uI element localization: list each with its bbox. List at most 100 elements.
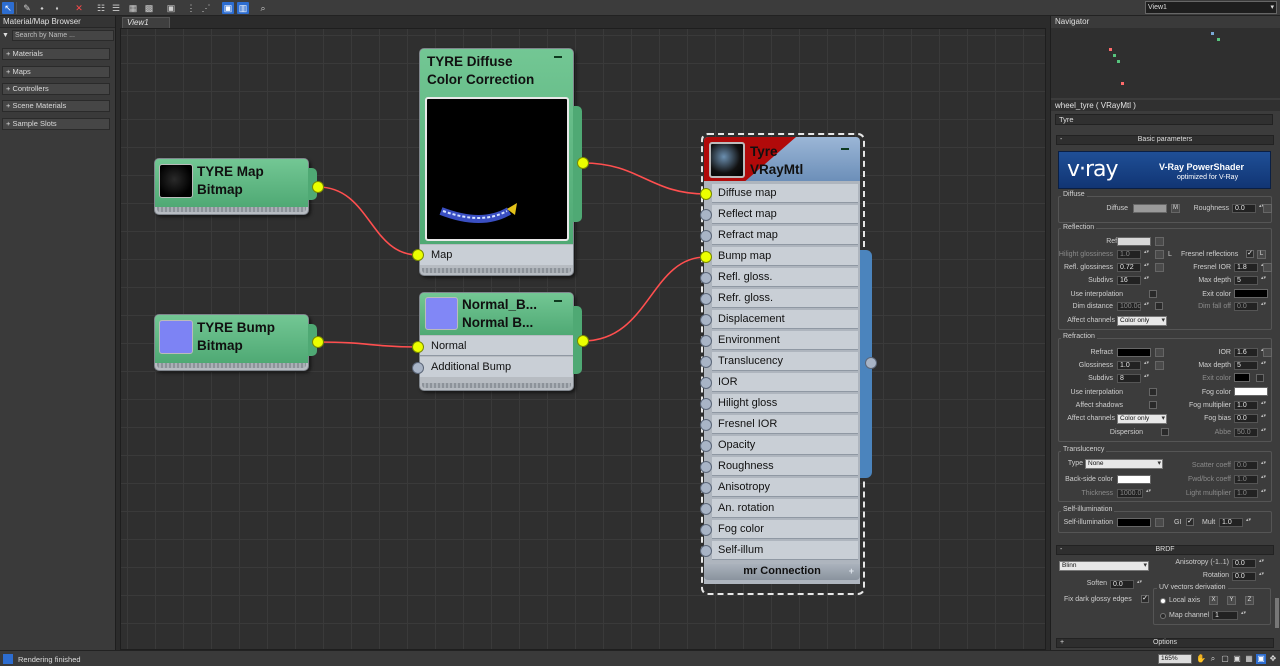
toggle-view-icon[interactable]: ▣ (165, 2, 177, 14)
backside-color-swatch[interactable] (1117, 475, 1151, 484)
fresnel-ior-map-button[interactable] (1263, 263, 1272, 272)
vraymtl-slot[interactable]: Anisotropy (712, 478, 858, 497)
hilight-glossiness-spinner[interactable]: 1.0 (1117, 250, 1150, 259)
pick-material-icon[interactable]: ✎ (21, 2, 33, 14)
category-sample-slots[interactable]: + Sample Slots (2, 118, 110, 130)
show-background-icon[interactable]: ▩ (143, 2, 155, 14)
zoom-icon[interactable]: ⌕ (257, 2, 269, 14)
diffuse-map-button[interactable]: M (1171, 204, 1180, 213)
select-tool-icon[interactable]: ↖ (2, 2, 14, 14)
mr-connection[interactable]: mr Connection + (704, 564, 860, 580)
vraymtl-slot-input-port[interactable] (700, 419, 712, 431)
search-input[interactable]: Search by Name ... (12, 30, 114, 41)
self-illumination-gi-checkbox[interactable]: ✓ (1186, 518, 1194, 526)
reflection-subdivs-spinner[interactable]: 16 (1117, 276, 1150, 285)
refraction-use-interpolation-checkbox[interactable] (1149, 388, 1157, 396)
dim-falloff-spinner[interactable]: 0.0 (1234, 302, 1267, 311)
vraymtl-slot-input-port[interactable] (700, 524, 712, 536)
material-map-browser-icon[interactable]: ▥ (237, 2, 249, 14)
normal-input-port[interactable] (412, 341, 424, 353)
vraymtl-slot-input-port[interactable] (700, 314, 712, 326)
color-correction-output-port[interactable] (577, 157, 589, 169)
refraction-exit-color-swatch[interactable] (1234, 373, 1250, 382)
vraymtl-slot[interactable]: Displacement (712, 310, 858, 329)
ior-map-button[interactable] (1263, 348, 1272, 357)
pan-mode-icon[interactable]: ✥ (1268, 654, 1278, 664)
reflection-exit-color-swatch[interactable] (1234, 289, 1268, 298)
category-materials[interactable]: + Materials (2, 48, 110, 60)
reflection-use-interpolation-checkbox[interactable] (1149, 290, 1157, 298)
vraymtl-slot[interactable]: Environment (712, 331, 858, 350)
put-material-icon[interactable]: ⬪ (51, 2, 63, 14)
zoom-dropdown[interactable]: 165% (1158, 654, 1192, 664)
thickness-spinner[interactable]: 1000.0 (1117, 489, 1152, 498)
assign-material-icon[interactable]: ⬩ (36, 2, 48, 14)
refraction-glossiness-map-button[interactable] (1155, 361, 1164, 370)
refl-glossiness-map-button[interactable] (1155, 263, 1164, 272)
vraymtl-slot[interactable]: Translucency (712, 352, 858, 371)
category-scene-materials[interactable]: + Scene Materials (2, 100, 110, 112)
node-tyre-bump[interactable]: TYRE Bump Bitmap (154, 314, 309, 371)
scatter-coeff-spinner[interactable]: 0.0 (1234, 461, 1267, 470)
view-mode-icon[interactable]: ▣ (1256, 654, 1266, 664)
reflect-map-button[interactable] (1155, 237, 1164, 246)
refract-map-button[interactable] (1155, 348, 1164, 357)
vraymtl-slot-input-port[interactable] (700, 272, 712, 284)
vraymtl-slot[interactable]: Refr. gloss. (712, 289, 858, 308)
vraymtl-slot-input-port[interactable] (700, 251, 712, 263)
vraymtl-slot[interactable]: Self-illum (712, 541, 858, 560)
zoom-extents-selected-icon[interactable]: ▦ (1244, 654, 1254, 664)
vraymtl-slot[interactable]: Reflect map (712, 205, 858, 224)
vraymtl-slot-input-port[interactable] (700, 356, 712, 368)
lay-out-icon[interactable]: ☰ (110, 2, 122, 14)
node-tyre-map[interactable]: TYRE Map Bitmap (154, 158, 309, 215)
show-map-icon[interactable]: ▦ (127, 2, 139, 14)
reflect-color-swatch[interactable] (1117, 237, 1151, 246)
vraymtl-slot[interactable]: Fog color (712, 520, 858, 539)
vraymtl-slot-input-port[interactable] (700, 188, 712, 200)
rollout-brdf[interactable]: - BRDF (1056, 545, 1274, 555)
refraction-max-depth-spinner[interactable]: 5 (1234, 361, 1267, 370)
dispersion-checkbox[interactable] (1161, 428, 1169, 436)
node-normal-bump[interactable]: Normal_B... Normal B... Normal Additiona… (419, 292, 574, 391)
translucency-type-dropdown[interactable]: None (1085, 459, 1163, 469)
brdf-type-dropdown[interactable]: Blinn (1059, 561, 1149, 571)
fix-dark-glossy-edges-checkbox[interactable]: ✓ (1141, 595, 1149, 603)
node-color-correction[interactable]: TYRE Diffuse Color Correction Map (419, 48, 574, 276)
roughness-spinner[interactable]: 0.0 (1232, 204, 1265, 213)
normal-bump-output-port[interactable] (577, 335, 589, 347)
refract-color-swatch[interactable] (1117, 348, 1151, 357)
fog-color-swatch[interactable] (1234, 387, 1268, 396)
vraymtl-slot[interactable]: Refl. gloss. (712, 268, 858, 287)
category-controllers[interactable]: + Controllers (2, 83, 110, 95)
parameter-scrollbar[interactable] (1275, 598, 1279, 628)
axis-x-button[interactable]: X (1209, 596, 1218, 605)
soften-spinner[interactable]: 0.0 (1110, 580, 1143, 589)
pan-icon[interactable]: ✋ (1196, 654, 1206, 664)
vraymtl-slot[interactable]: Diffuse map (712, 184, 858, 203)
dim-distance-checkbox[interactable] (1155, 302, 1163, 310)
reflection-max-depth-spinner[interactable]: 5 (1234, 276, 1267, 285)
hilight-lock-button[interactable] (1155, 250, 1164, 259)
parameter-editor-icon[interactable]: ▣ (222, 2, 234, 14)
fresnel-lock-button[interactable]: L (1257, 250, 1266, 259)
additional-bump-input-port[interactable] (412, 362, 424, 374)
axis-z-button[interactable]: Z (1245, 596, 1254, 605)
ior-spinner[interactable]: 1.6 (1234, 348, 1267, 357)
fwd-bck-coeff-spinner[interactable]: 1.0 (1234, 475, 1267, 484)
local-axis-radio[interactable] (1160, 598, 1166, 604)
self-illumination-mult-spinner[interactable]: 1.0 (1219, 518, 1252, 527)
roughness-map-button[interactable] (1263, 204, 1272, 213)
zoom-region-icon[interactable]: ▢ (1220, 654, 1230, 664)
vraymtl-slot-input-port[interactable] (700, 398, 712, 410)
abbe-spinner[interactable]: 50.0 (1234, 428, 1267, 437)
vraymtl-slot[interactable]: Bump map (712, 247, 858, 266)
vraymtl-slot[interactable]: Hilight gloss (712, 394, 858, 413)
layout-vertical-icon[interactable]: ⋮ (185, 2, 197, 14)
tyre-map-output-port[interactable] (312, 181, 324, 193)
vraymtl-slot[interactable]: Roughness (712, 457, 858, 476)
rollout-options[interactable]: + Options (1056, 638, 1274, 648)
refraction-affect-channels-dropdown[interactable]: Color only (1117, 414, 1167, 424)
vraymtl-slot-input-port[interactable] (700, 209, 712, 221)
self-illumination-color-swatch[interactable] (1117, 518, 1151, 527)
